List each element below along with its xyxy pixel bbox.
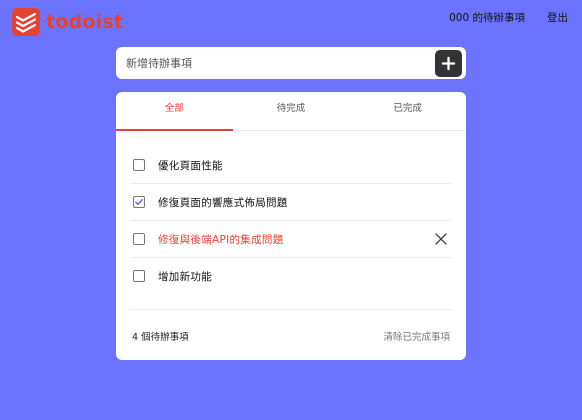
todo-item: 修復頁面的響應式佈局問題 [130, 184, 452, 221]
todo-checkbox[interactable] [133, 233, 145, 245]
todo-item: 修復與後端API的集成問題 [130, 221, 452, 258]
tab-pending[interactable]: 待完成 [233, 92, 350, 130]
todo-label: 增加新功能 [158, 270, 212, 283]
filter-tabs: 全部 待完成 已完成 [116, 92, 466, 131]
tab-completed[interactable]: 已完成 [349, 92, 466, 130]
clear-completed-button[interactable]: 清除已完成事項 [383, 329, 450, 343]
brand-name: todoist [46, 11, 124, 33]
logout-button[interactable]: 登出 [547, 10, 568, 25]
todo-label: 修復與後端API的集成問題 [158, 233, 284, 246]
todo-count: 4 個待辦事項 [132, 332, 189, 343]
todo-checkbox[interactable] [133, 159, 145, 171]
close-icon [435, 233, 447, 245]
top-nav: 000 的待辦事項 登出 [449, 10, 568, 25]
tab-all[interactable]: 全部 [116, 92, 233, 131]
todo-checkbox[interactable] [133, 196, 145, 208]
user-todo-link[interactable]: 000 的待辦事項 [449, 10, 525, 25]
plus-icon [441, 56, 456, 71]
todo-item: 增加新功能 [130, 258, 452, 294]
todo-label: 優化頁面性能 [158, 159, 223, 172]
todo-item: 優化頁面性能 [130, 147, 452, 184]
checkmark-icon [135, 199, 143, 205]
todo-list: 優化頁面性能 修復頁面的響應式佈局問題 修復與後端API的集成問題 增加新功能 [130, 147, 452, 294]
delete-todo-button[interactable] [434, 232, 448, 246]
todo-checkbox[interactable] [133, 270, 145, 282]
add-todo-button[interactable] [435, 50, 462, 77]
todo-card: 全部 待完成 已完成 優化頁面性能 修復頁面的響應式佈局問題 修復與後端API的… [116, 92, 466, 360]
new-todo-bar [116, 47, 466, 79]
footer-divider [130, 309, 452, 310]
new-todo-input[interactable] [116, 47, 426, 79]
brand-logo: todoist [12, 8, 123, 36]
todoist-logo-icon [12, 8, 40, 36]
todo-label: 修復頁面的響應式佈局問題 [158, 196, 288, 209]
